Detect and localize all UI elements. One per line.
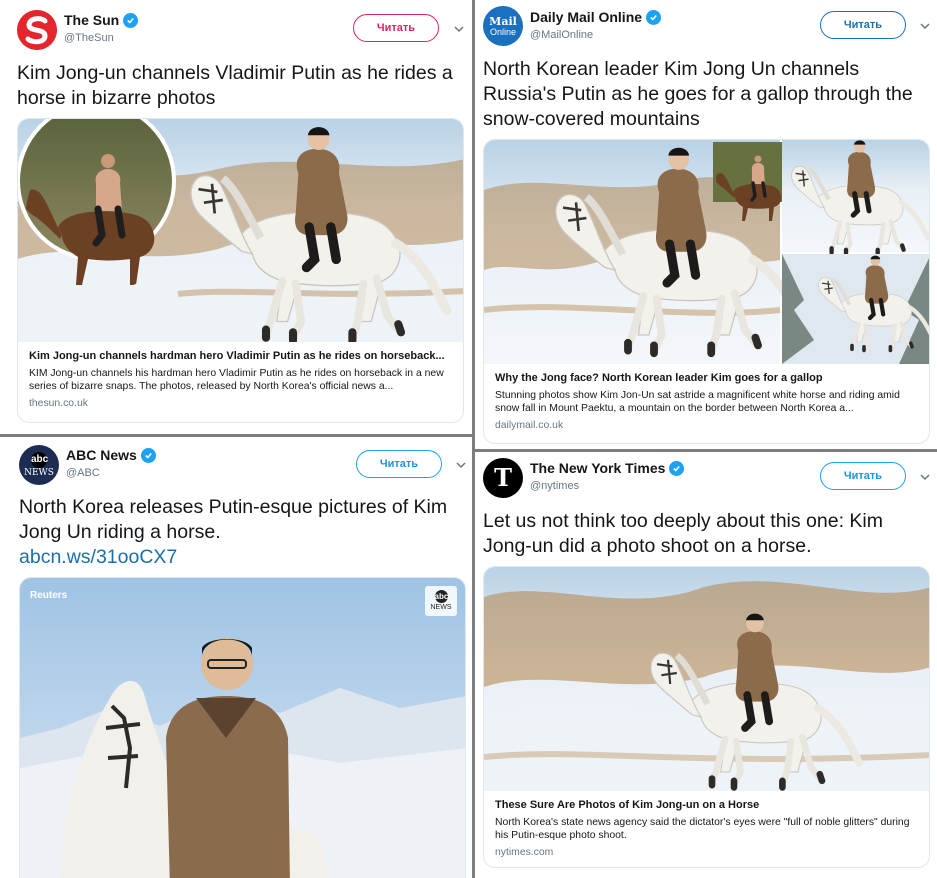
follow-button[interactable]: Читать — [356, 450, 442, 478]
follow-button[interactable]: Читать — [820, 462, 906, 490]
account-name[interactable]: ABC News — [66, 447, 137, 463]
tweet-abc-news: abc NEWS ABC News @ABC Читать North Kore… — [0, 437, 472, 878]
tweet-new-york-times: T The New York Times @nytimes Читать Let… — [475, 452, 937, 878]
tweet-text: North Korea releases Putin-esque picture… — [19, 495, 469, 570]
card-description: Stunning photos show Kim Jon-Un sat astr… — [495, 390, 900, 414]
tweet-text: North Korean leader Kim Jong Un channels… — [483, 58, 913, 130]
link-card[interactable]: Kim Jong-un channels hardman hero Vladim… — [17, 118, 464, 423]
daily-mail-logo-sub: Online — [489, 26, 516, 37]
collage-divider-vertical — [472, 0, 475, 878]
daily-mail-avatar[interactable]: Mail Online — [483, 6, 523, 46]
card-description: KIM Jong-un channels his hardman hero Vl… — [29, 368, 444, 392]
nyt-avatar[interactable]: T — [483, 458, 523, 498]
card-domain: dailymail.co.uk — [495, 420, 564, 431]
tweet-text: Kim Jong-un channels Vladimir Putin as h… — [17, 62, 453, 109]
follow-button[interactable]: Читать — [820, 11, 906, 39]
account-name[interactable]: The New York Times — [530, 460, 665, 476]
abc-watermark: abc NEWS — [425, 586, 457, 616]
chevron-down-icon[interactable] — [452, 22, 466, 36]
card-title: Why the Jong face? North Korean leader K… — [495, 372, 823, 384]
card-image — [18, 119, 463, 342]
abc-watermark-bottom: NEWS — [430, 604, 452, 611]
abc-news-avatar[interactable]: abc NEWS — [19, 445, 59, 485]
the-sun-avatar[interactable] — [17, 10, 57, 50]
the-sun-logo-icon — [17, 10, 57, 50]
media-source-label: Reuters — [30, 590, 68, 601]
card-title: Kim Jong-un channels hardman hero Vladim… — [29, 350, 445, 362]
tweet-link[interactable]: abcn.ws/31ooCX7 — [19, 545, 469, 570]
account-handle[interactable]: @nytimes — [530, 480, 579, 492]
chevron-down-icon[interactable] — [918, 470, 932, 484]
tweet-daily-mail: Mail Online Daily Mail Online @MailOnlin… — [475, 0, 937, 449]
daily-mail-logo: Mail — [489, 14, 517, 28]
card-title: These Sure Are Photos of Kim Jong-un on … — [495, 799, 760, 811]
tweet-text: Let us not think too deeply about this o… — [483, 510, 884, 557]
follow-button[interactable]: Читать — [353, 14, 439, 42]
tweet-body: North Korea releases Putin-esque picture… — [19, 496, 448, 543]
card-description: North Korea's state news agency said the… — [495, 817, 910, 841]
verified-badge-icon — [646, 9, 662, 25]
chevron-down-icon[interactable] — [918, 19, 932, 33]
verified-badge-icon — [140, 447, 156, 463]
abc-watermark-top: abc — [434, 590, 449, 603]
link-card[interactable]: These Sure Are Photos of Kim Jong-un on … — [483, 566, 930, 868]
account-name[interactable]: The Sun — [64, 12, 119, 28]
account-name[interactable]: Daily Mail Online — [530, 9, 642, 25]
account-handle[interactable]: @TheSun — [64, 32, 114, 44]
collage-divider-right — [474, 449, 937, 452]
card-image — [484, 567, 929, 791]
abc-logo: abc — [31, 451, 48, 468]
abc-logo-sub: NEWS — [24, 467, 54, 478]
verified-badge-icon — [669, 460, 685, 476]
account-handle[interactable]: @MailOnline — [530, 29, 593, 41]
media-image — [20, 578, 465, 878]
account-handle[interactable]: @ABC — [66, 467, 100, 479]
verified-badge-icon — [123, 12, 139, 28]
chevron-down-icon[interactable] — [454, 458, 468, 472]
card-domain: nytimes.com — [495, 847, 554, 858]
card-domain: thesun.co.uk — [29, 398, 88, 409]
tweet-the-sun: The Sun @TheSun Читать Kim Jong-un chann… — [0, 0, 472, 434]
nyt-logo-icon: T — [494, 463, 512, 492]
card-image — [484, 140, 929, 364]
video-media[interactable]: Reuters abc NEWS — [19, 577, 466, 878]
collage-divider-left — [0, 434, 474, 437]
link-card[interactable]: Why the Jong face? North Korean leader K… — [483, 139, 930, 444]
